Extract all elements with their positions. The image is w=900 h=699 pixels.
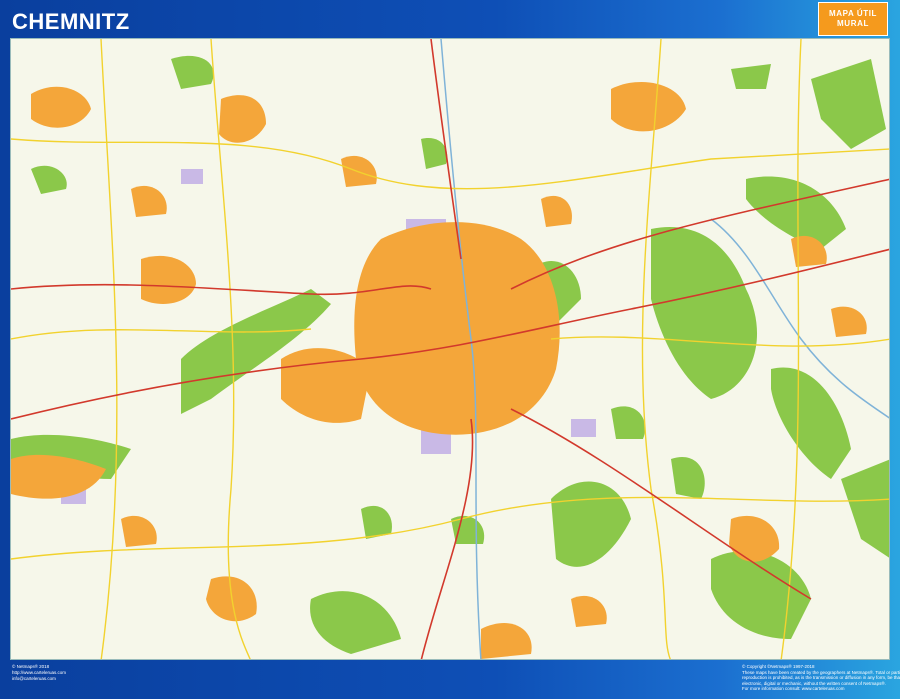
header-bar: CHEMNITZ MAPA ÚTIL MURAL xyxy=(0,0,900,38)
urban-area xyxy=(831,306,867,337)
industrial-area xyxy=(571,419,596,437)
urban-area xyxy=(121,515,157,547)
urban-area xyxy=(219,95,266,143)
map-title: CHEMNITZ xyxy=(12,9,130,34)
forest-area xyxy=(31,165,67,194)
map-canvas xyxy=(11,39,889,659)
footer-copyright: © Copyright ©Netmaps® 1997-2018 These ma… xyxy=(742,664,900,692)
urban-area xyxy=(729,515,780,562)
forest-area xyxy=(171,55,214,89)
forest-area xyxy=(711,551,811,639)
road xyxy=(641,39,672,659)
city-centre xyxy=(354,222,560,435)
forest-area xyxy=(421,138,448,169)
industrial-area xyxy=(181,169,203,184)
footer: © Netmaps® 2018 http://www.carteleruas.c… xyxy=(0,660,900,699)
badge-line-2: MURAL xyxy=(837,19,869,28)
forest-area xyxy=(651,227,758,399)
badge-line-1: MAPA ÚTIL xyxy=(828,9,878,18)
urban-area xyxy=(131,185,167,217)
urban-area xyxy=(481,623,532,659)
forest-area xyxy=(841,459,889,558)
urban-area xyxy=(571,595,607,627)
urban-area xyxy=(31,86,91,128)
forest-area xyxy=(611,406,646,439)
forest-area xyxy=(731,64,771,89)
forest-area xyxy=(310,591,401,654)
footer-line: For more information consult: www.cartel… xyxy=(742,686,845,692)
forest-area xyxy=(771,367,851,479)
forest-area xyxy=(551,481,631,567)
street-map[interactable] xyxy=(10,38,890,660)
footer-credits-left: © Netmaps® 2018 http://www.carteleruas.c… xyxy=(12,664,66,682)
footer-line: info@carteleruas.com xyxy=(12,676,56,681)
footer-line: reproduction is prohibited, as is the tr… xyxy=(742,675,900,681)
road xyxy=(100,39,118,659)
urban-area xyxy=(541,195,572,227)
urban-area xyxy=(611,81,686,132)
urban-area xyxy=(141,255,196,304)
forest-area xyxy=(811,59,886,149)
product-badge: MAPA ÚTIL MURAL xyxy=(818,2,888,36)
forest-area xyxy=(671,457,705,499)
